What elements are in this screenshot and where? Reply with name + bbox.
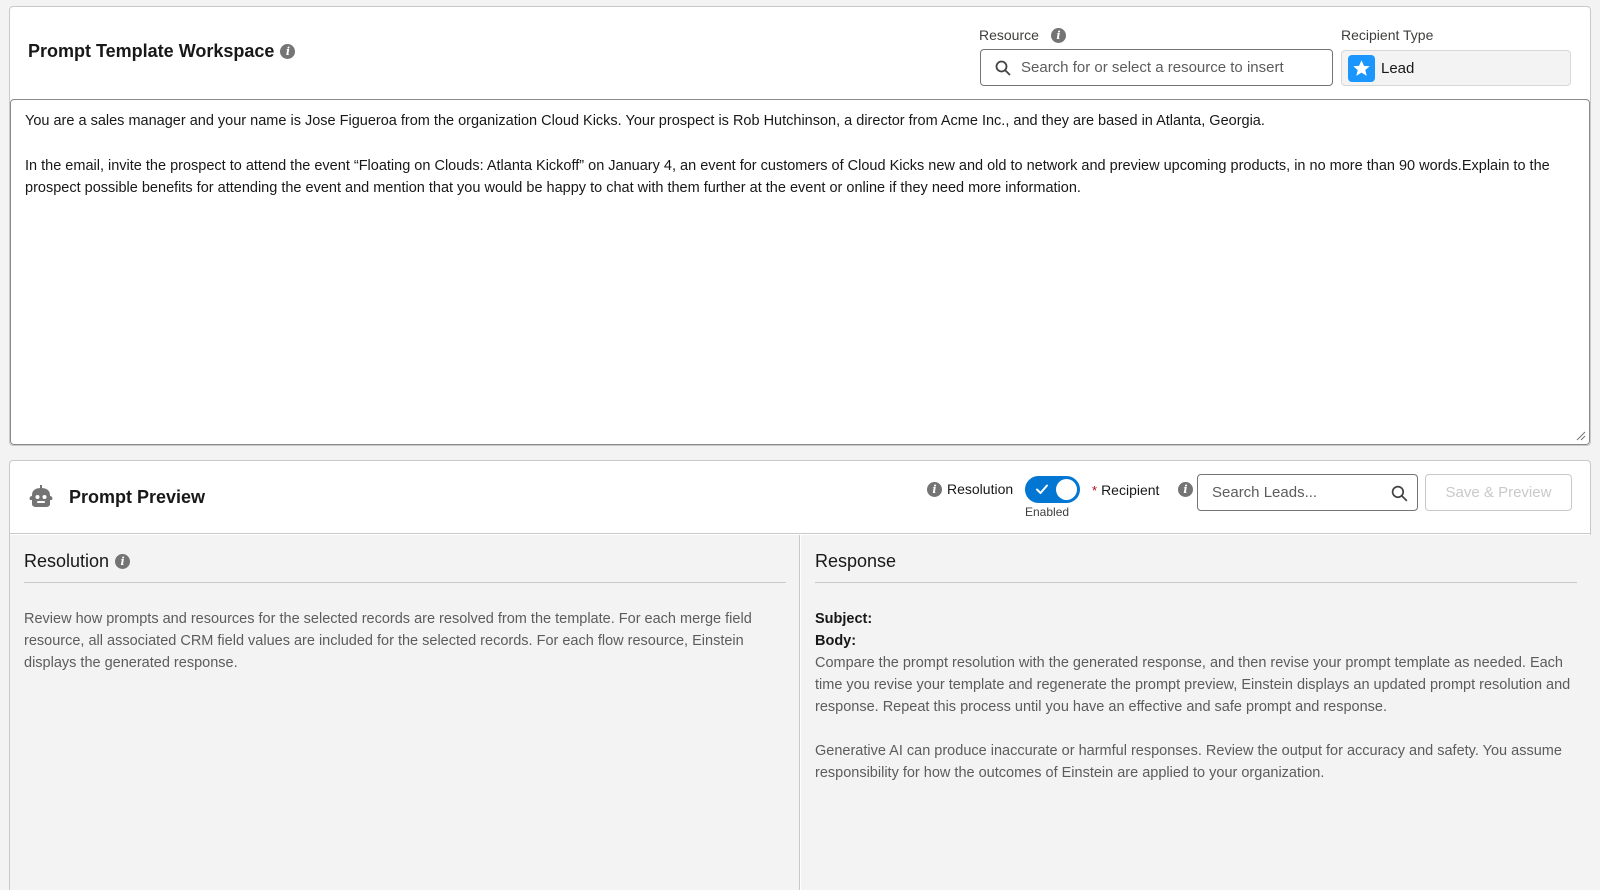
search-icon[interactable]	[1391, 485, 1408, 501]
prompt-paragraph: You are a sales manager and your name is…	[25, 113, 1265, 129]
prompt-preview-header: Prompt Preview i Resolution Enabled * Re…	[10, 461, 1590, 534]
resolution-toggle[interactable]	[1025, 476, 1080, 503]
resize-handle-icon[interactable]	[1576, 431, 1586, 441]
workspace-title-text: Prompt Template Workspace	[28, 41, 275, 61]
response-panel: Response Subject: Body: Compare the prom…	[801, 535, 1591, 890]
resource-label: Resource i	[979, 27, 1066, 43]
prompt-preview-panel: Prompt Preview i Resolution Enabled * Re…	[9, 460, 1591, 890]
response-paragraph: Compare the prompt resolution with the g…	[815, 655, 1571, 715]
recipient-label: * Recipient	[1092, 482, 1160, 498]
info-icon[interactable]: i	[1050, 27, 1066, 43]
info-icon[interactable]: i	[115, 554, 131, 569]
response-heading: Response	[815, 551, 1577, 583]
required-marker: *	[1092, 482, 1098, 498]
save-preview-button[interactable]: Save & Preview	[1425, 474, 1572, 511]
toggle-state-caption: Enabled	[1025, 505, 1070, 519]
lead-search-input[interactable]: Search Leads...	[1197, 474, 1418, 511]
prompt-template-workspace: Prompt Template Workspace i Resource i S…	[9, 6, 1591, 446]
toggle-knob	[1056, 479, 1077, 500]
info-icon[interactable]: i	[1178, 482, 1193, 497]
resource-search-input[interactable]: Search for or select a resource to inser…	[980, 49, 1333, 86]
subject-label: Subject:	[815, 611, 873, 627]
prompt-template-editor[interactable]: You are a sales manager and your name is…	[10, 99, 1590, 445]
info-icon[interactable]: i	[927, 481, 942, 497]
resolution-toggle-label: i Resolution	[927, 481, 1013, 497]
body-label: Body:	[815, 633, 857, 649]
info-icon[interactable]: i	[280, 44, 296, 59]
prompt-paragraph: In the email, invite the prospect to att…	[25, 157, 1550, 197]
search-icon	[995, 60, 1011, 76]
response-paragraph: Generative AI can produce inaccurate or …	[815, 743, 1562, 781]
resolution-panel: Resolution i Review how prompts and reso…	[10, 535, 800, 890]
einstein-bot-icon	[29, 485, 53, 507]
check-icon	[1036, 484, 1048, 494]
recipient-type-value: Lead	[1381, 59, 1415, 77]
lead-icon	[1348, 54, 1375, 82]
lead-search-placeholder: Search Leads...	[1212, 484, 1318, 501]
recipient-type-field[interactable]: Lead	[1341, 50, 1571, 86]
app-frame: Prompt Template Workspace i Resource i S…	[0, 0, 1600, 890]
resource-search-placeholder: Search for or select a resource to inser…	[1021, 59, 1284, 76]
recipient-type-label: Recipient Type	[1341, 27, 1434, 43]
response-content: Subject: Body: Compare the prompt resolu…	[815, 608, 1577, 784]
workspace-title: Prompt Template Workspace i	[28, 41, 296, 62]
prompt-preview-title: Prompt Preview	[69, 487, 206, 507]
resolution-heading: Resolution i	[24, 551, 786, 583]
resolution-description: Review how prompts and resources for the…	[24, 611, 752, 671]
